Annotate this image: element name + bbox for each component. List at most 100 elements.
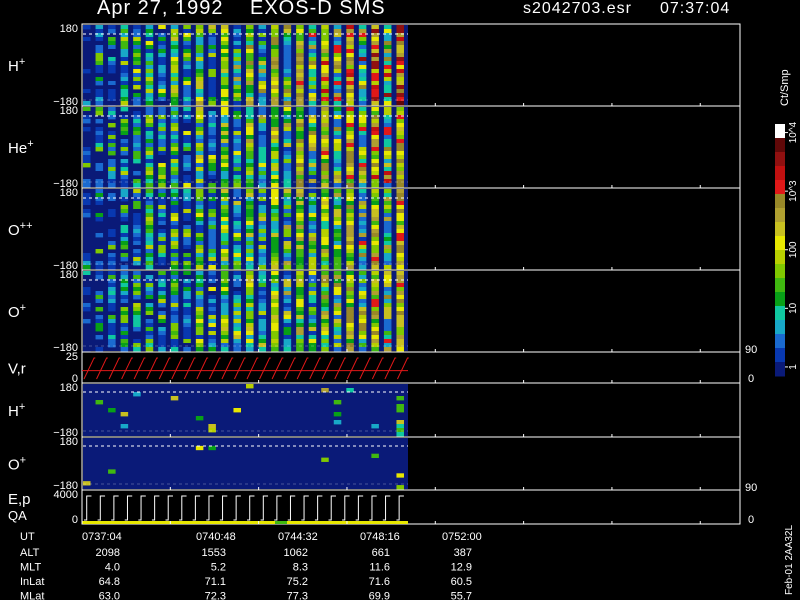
data-cell — [145, 111, 154, 116]
data-cell — [145, 175, 154, 180]
data-cell — [296, 287, 304, 292]
data-cell — [346, 89, 354, 94]
data-cell — [120, 45, 129, 50]
data-cell — [333, 49, 342, 54]
data-cell — [321, 299, 329, 304]
data-cell — [308, 299, 317, 304]
data-cell — [296, 143, 304, 148]
data-cell — [208, 93, 216, 98]
data-cell — [208, 271, 216, 276]
data-cell — [95, 93, 104, 98]
data-cell — [371, 331, 379, 336]
data-cell — [145, 123, 154, 128]
data-cell — [383, 295, 392, 300]
data-cell — [283, 225, 292, 230]
data-cell — [83, 77, 91, 82]
data-cell — [158, 315, 166, 320]
data-cell — [296, 201, 304, 206]
data-cell — [383, 49, 392, 54]
table-label: UT — [20, 531, 35, 543]
data-cell — [296, 61, 304, 66]
data-cell — [83, 93, 91, 98]
ephemeris-table: UT 0737:04 0740:48 0744:32 0748:16 0752:00ALT… — [20, 531, 482, 600]
data-cell — [246, 209, 254, 214]
colorbar-swatch — [775, 180, 785, 195]
data-cell — [371, 53, 379, 58]
data-cell — [195, 77, 204, 82]
data-cell — [321, 29, 329, 34]
data-cell — [170, 143, 179, 148]
table-cell: 387 — [454, 547, 472, 559]
data-cell — [183, 135, 191, 140]
data-cell — [133, 205, 141, 210]
data-cell — [108, 61, 116, 66]
data-cell — [258, 139, 267, 144]
data-cell — [220, 159, 229, 164]
data-cell — [333, 69, 342, 74]
data-cell — [195, 179, 204, 184]
data-cell — [283, 179, 292, 184]
data-cell — [258, 49, 267, 54]
data-cell — [396, 473, 404, 478]
data-cell — [220, 233, 229, 238]
data-cell — [233, 307, 241, 312]
data-cell — [208, 41, 216, 46]
data-cell — [333, 323, 342, 328]
data-cell — [283, 311, 292, 316]
data-cell — [271, 299, 279, 304]
data-cell — [170, 49, 179, 54]
data-cell — [383, 163, 392, 168]
data-cell — [220, 155, 229, 160]
data-cell — [371, 41, 379, 46]
data-cell — [95, 139, 104, 144]
data-cell — [321, 307, 329, 312]
data-cell — [321, 287, 329, 292]
data-cell — [396, 119, 404, 124]
data-cell — [170, 25, 179, 30]
data-cell — [133, 253, 141, 258]
data-cell — [371, 61, 379, 66]
data-cell — [133, 189, 141, 194]
data-cell — [383, 147, 392, 152]
data-cell — [321, 335, 329, 340]
data-cell — [346, 283, 354, 288]
data-cell — [321, 151, 329, 156]
data-cell — [158, 37, 166, 42]
data-cell — [358, 237, 367, 242]
data-cell — [145, 209, 154, 214]
data-cell — [246, 73, 254, 78]
data-cell — [321, 107, 329, 112]
data-cell — [383, 81, 392, 86]
data-cell — [296, 205, 304, 210]
data-cell — [383, 205, 392, 210]
data-cell — [346, 57, 354, 62]
data-cell — [383, 319, 392, 324]
data-cell — [133, 119, 141, 124]
table-tick: 0752:00 — [442, 531, 482, 543]
data-cell — [383, 343, 392, 348]
data-cell — [220, 327, 229, 332]
data-cell — [258, 347, 267, 352]
data-cell — [283, 233, 292, 238]
table-tick: 0737:04 — [82, 531, 122, 543]
data-cell — [308, 29, 317, 34]
data-cell — [220, 111, 229, 116]
data-cell — [220, 123, 229, 128]
data-cell — [296, 217, 304, 222]
data-cell — [396, 291, 404, 296]
data-cell — [296, 189, 304, 194]
data-cell — [233, 253, 241, 258]
data-cell — [233, 123, 241, 128]
data-cell — [346, 193, 354, 198]
data-cell — [396, 396, 404, 401]
data-cell — [183, 45, 191, 50]
data-cell — [145, 97, 154, 102]
data-cell — [95, 25, 104, 30]
data-cell — [383, 123, 392, 128]
data-cell — [233, 57, 241, 62]
data-cell — [145, 257, 154, 262]
data-cell — [183, 209, 191, 214]
data-cell — [183, 25, 191, 30]
data-cell — [258, 253, 267, 258]
data-cell — [95, 217, 104, 222]
